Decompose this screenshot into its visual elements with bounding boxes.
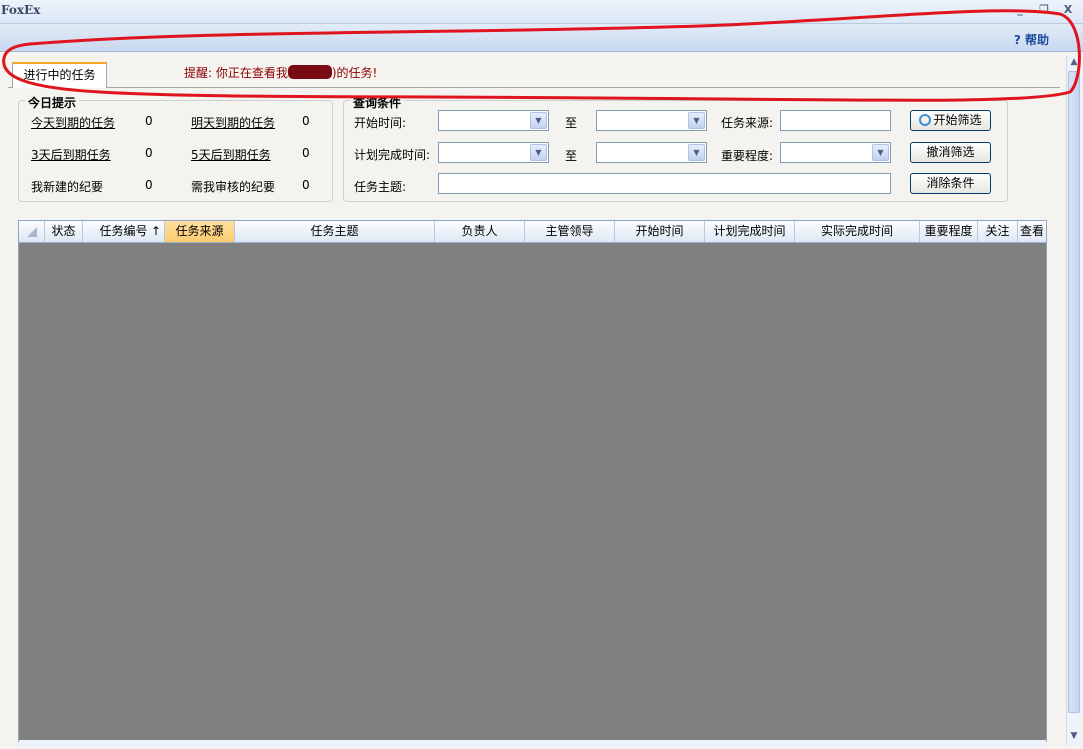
reminder-text: 提醒: 你正在查看我 )的任务! (184, 64, 377, 81)
start-time-label: 开始时间: (354, 116, 407, 130)
scroll-down-icon[interactable]: ▼ (1068, 729, 1080, 743)
chevron-down-icon[interactable]: ▼ (530, 144, 547, 161)
start-time-to-select[interactable]: ▼ (596, 110, 707, 131)
column-header-view[interactable]: 查看 (1018, 221, 1046, 242)
clear-conditions-button[interactable]: 消除条件 (910, 173, 991, 194)
label-my-new-minutes: 我新建的纪要 (31, 180, 104, 194)
subject-label: 任务主题: (354, 180, 407, 194)
count-due-today: 0 (145, 114, 153, 128)
plan-finish-label: 计划完成时间: (354, 148, 431, 162)
column-header-start-time[interactable]: 开始时间 (615, 221, 705, 242)
tab-strip: 进行中的任务 (8, 60, 1060, 88)
close-button[interactable]: X (1060, 2, 1076, 18)
scroll-up-icon[interactable]: ▲ (1068, 55, 1080, 69)
task-grid[interactable]: 状态 任务编号 ↑ 任务来源 任务主题 负责人 主管领导 开始时间 计划完成时间… (18, 220, 1047, 742)
source-label: 任务来源: (721, 116, 774, 130)
link-due-tomorrow[interactable]: 明天到期的任务 (191, 114, 275, 131)
importance-select[interactable]: ▼ (780, 142, 891, 163)
column-header-task-source[interactable]: 任务来源 (165, 221, 235, 242)
reminder-suffix: )的任务! (331, 66, 378, 80)
scroll-thumb[interactable] (1068, 71, 1080, 713)
chevron-down-icon[interactable]: ▼ (688, 112, 705, 129)
column-header-status[interactable]: 状态 (45, 221, 83, 242)
column-header-task-number-label: 任务编号 (99, 224, 148, 238)
count-my-new-minutes: 0 (145, 178, 153, 192)
help-icon: ? (1013, 33, 1021, 47)
redaction-mark (287, 65, 332, 79)
column-header-follow[interactable]: 关注 (978, 221, 1018, 242)
source-input[interactable] (780, 110, 891, 131)
tab-in-progress-tasks[interactable]: 进行中的任务 (12, 62, 107, 88)
horizontal-scrollbar[interactable] (19, 740, 1046, 748)
help-button[interactable]: ? 帮助 (1014, 31, 1049, 48)
reminder-prefix: 提醒: 你正在查看我 (184, 66, 288, 80)
plan-finish-to-label: 至 (565, 149, 578, 163)
grid-header: 状态 任务编号 ↑ 任务来源 任务主题 负责人 主管领导 开始时间 计划完成时间… (19, 221, 1046, 243)
help-label: 帮助 (1024, 33, 1049, 47)
today-panel-title: 今日提示 (25, 94, 80, 111)
subject-input[interactable] (438, 173, 891, 194)
link-due-3days[interactable]: 3天后到期任务 (31, 146, 111, 163)
chevron-down-icon[interactable]: ▼ (872, 144, 889, 161)
label-minutes-to-review: 需我审核的纪要 (191, 180, 276, 194)
column-header-actual-finish[interactable]: 实际完成时间 (795, 221, 920, 242)
title-bar: FoxEx _ ❐ X (0, 0, 1083, 24)
chevron-down-icon[interactable]: ▼ (688, 144, 705, 161)
column-header-plan-finish[interactable]: 计划完成时间 (705, 221, 795, 242)
query-panel-title: 查询条件 (350, 94, 405, 111)
select-all-corner[interactable] (19, 221, 45, 242)
toolbar: ? 帮助 (0, 24, 1083, 52)
corner-triangle-icon (27, 227, 37, 237)
start-time-from-select[interactable]: ▼ (438, 110, 549, 131)
start-filter-button[interactable]: 开始筛选 (910, 110, 991, 131)
importance-label: 重要程度: (721, 149, 774, 163)
plan-finish-to-select[interactable]: ▼ (596, 142, 707, 163)
count-due-3days: 0 (145, 146, 153, 160)
sort-ascending-icon: ↑ (150, 224, 161, 238)
column-header-importance[interactable]: 重要程度 (920, 221, 978, 242)
start-filter-label: 开始筛选 (933, 113, 982, 127)
column-header-owner[interactable]: 负责人 (435, 221, 525, 242)
app-title: FoxEx (1, 3, 41, 17)
start-time-to-label: 至 (565, 116, 578, 130)
maximize-button[interactable]: ❐ (1036, 2, 1052, 18)
column-header-task-subject[interactable]: 任务主题 (235, 221, 435, 242)
column-header-supervisor[interactable]: 主管领导 (525, 221, 615, 242)
plan-finish-from-select[interactable]: ▼ (438, 142, 549, 163)
chevron-down-icon[interactable]: ▼ (530, 112, 547, 129)
vertical-scrollbar[interactable]: ▲ ▼ (1066, 55, 1081, 745)
search-icon (919, 114, 932, 126)
count-minutes-to-review: 0 (302, 178, 310, 192)
column-header-task-number[interactable]: 任务编号 ↑ (83, 221, 165, 242)
minimize-button[interactable]: _ (1012, 2, 1028, 18)
link-due-5days[interactable]: 5天后到期任务 (191, 146, 271, 163)
cancel-filter-button[interactable]: 撤消筛选 (910, 142, 991, 163)
count-due-5days: 0 (302, 146, 310, 160)
link-due-today[interactable]: 今天到期的任务 (31, 114, 115, 131)
count-due-tomorrow: 0 (302, 114, 310, 128)
